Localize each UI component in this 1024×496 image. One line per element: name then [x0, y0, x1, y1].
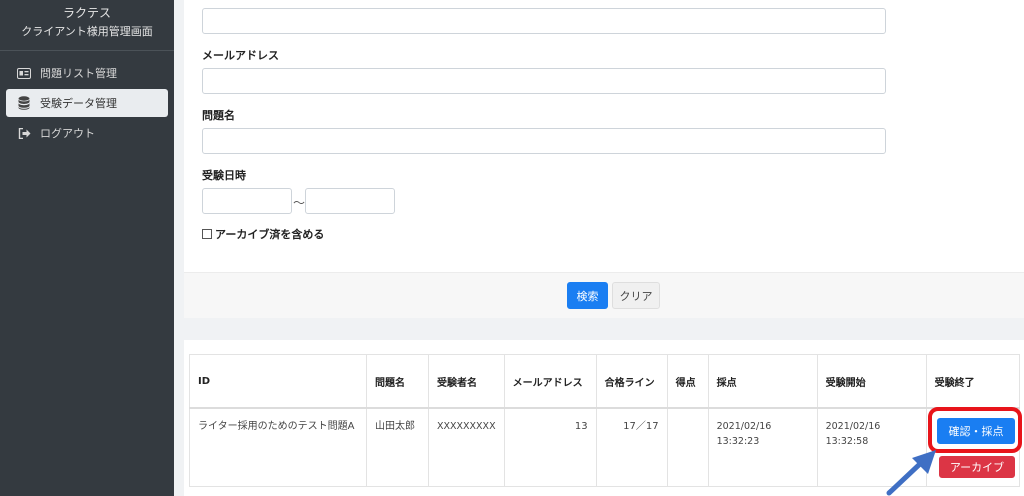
- sidebar-item-logout[interactable]: ログアウト: [6, 119, 168, 147]
- email-label: メールアドレス: [202, 49, 279, 62]
- database-icon: [16, 96, 32, 110]
- include-archived-label: アーカイブ済を含める: [215, 228, 325, 241]
- highlight-box: [928, 407, 1022, 453]
- cell-question: 山田太郎: [366, 407, 429, 487]
- sidebar-item-question-list[interactable]: 問題リスト管理: [6, 59, 168, 87]
- sign-out-icon: [16, 126, 32, 140]
- sidebar-item-exam-data[interactable]: 受験データ管理: [6, 89, 168, 117]
- main-content: メールアドレス 問題名 受験日時 〜 アーカイブ済を含める 検索 クリア ID …: [174, 0, 1024, 496]
- sidebar: ラクテス クライアント様用管理画面 問題リスト管理 受験データ管理 ログアウト: [0, 0, 174, 496]
- top-text-field[interactable]: [202, 8, 886, 34]
- column-header-start: 受験開始: [816, 354, 927, 409]
- sidebar-divider: [0, 50, 174, 51]
- cell-grading: 2021/02/16 13:32:23: [707, 407, 818, 487]
- column-header-grading: 採点: [707, 354, 818, 409]
- column-header-examinee: 受験者名: [428, 354, 505, 409]
- search-button[interactable]: 検索: [567, 282, 608, 309]
- column-header-score: 得点: [666, 354, 709, 409]
- sidebar-item-label: 受験データ管理: [40, 97, 117, 110]
- cell-examinee: XXXXXXXXX: [428, 407, 505, 487]
- sidebar-item-label: 問題リスト管理: [40, 67, 117, 80]
- question-name-label: 問題名: [202, 109, 235, 122]
- clear-button[interactable]: クリア: [612, 282, 660, 309]
- sidebar-nav: 問題リスト管理 受験データ管理 ログアウト: [0, 57, 174, 149]
- archive-button[interactable]: アーカイブ: [939, 456, 1015, 478]
- column-header-id: ID: [189, 354, 367, 409]
- brand-subtitle: クライアント様用管理画面: [21, 25, 153, 38]
- column-header-pass-line: 合格ライン: [595, 354, 668, 409]
- question-name-field[interactable]: [202, 128, 886, 154]
- cell-id: ライター採用のためのテスト問題A: [189, 407, 367, 487]
- date-from-field[interactable]: [202, 188, 292, 214]
- email-field[interactable]: [202, 68, 886, 94]
- checkbox-box[interactable]: [202, 229, 212, 239]
- date-range-separator: 〜: [293, 196, 306, 210]
- search-form: メールアドレス 問題名 受験日時 〜 アーカイブ済を含める 検索 クリア: [184, 0, 1024, 318]
- exam-date-label: 受験日時: [202, 169, 246, 182]
- include-archived-checkbox[interactable]: アーカイブ済を含める: [202, 226, 324, 242]
- cell-score: [666, 407, 709, 487]
- column-header-question: 問題名: [366, 354, 429, 409]
- cell-email: 13: [503, 407, 597, 487]
- table-header-row: ID 問題名 受験者名 メールアドレス 合格ライン 得点 採点 受験開始 受験終…: [189, 354, 1020, 409]
- cell-pass-line: 17／17: [595, 407, 668, 487]
- column-header-email: メールアドレス: [503, 354, 597, 409]
- date-to-field[interactable]: [305, 188, 395, 214]
- column-header-end: 受験終了: [925, 354, 1020, 409]
- brand: ラクテス クライアント様用管理画面: [0, 0, 174, 42]
- pointer-arrow-icon: [886, 450, 936, 496]
- sidebar-item-label: ログアウト: [40, 127, 95, 140]
- search-form-footer: 検索 クリア: [184, 272, 1024, 318]
- id-card-icon: [16, 66, 32, 80]
- brand-title: ラクテス: [62, 6, 111, 20]
